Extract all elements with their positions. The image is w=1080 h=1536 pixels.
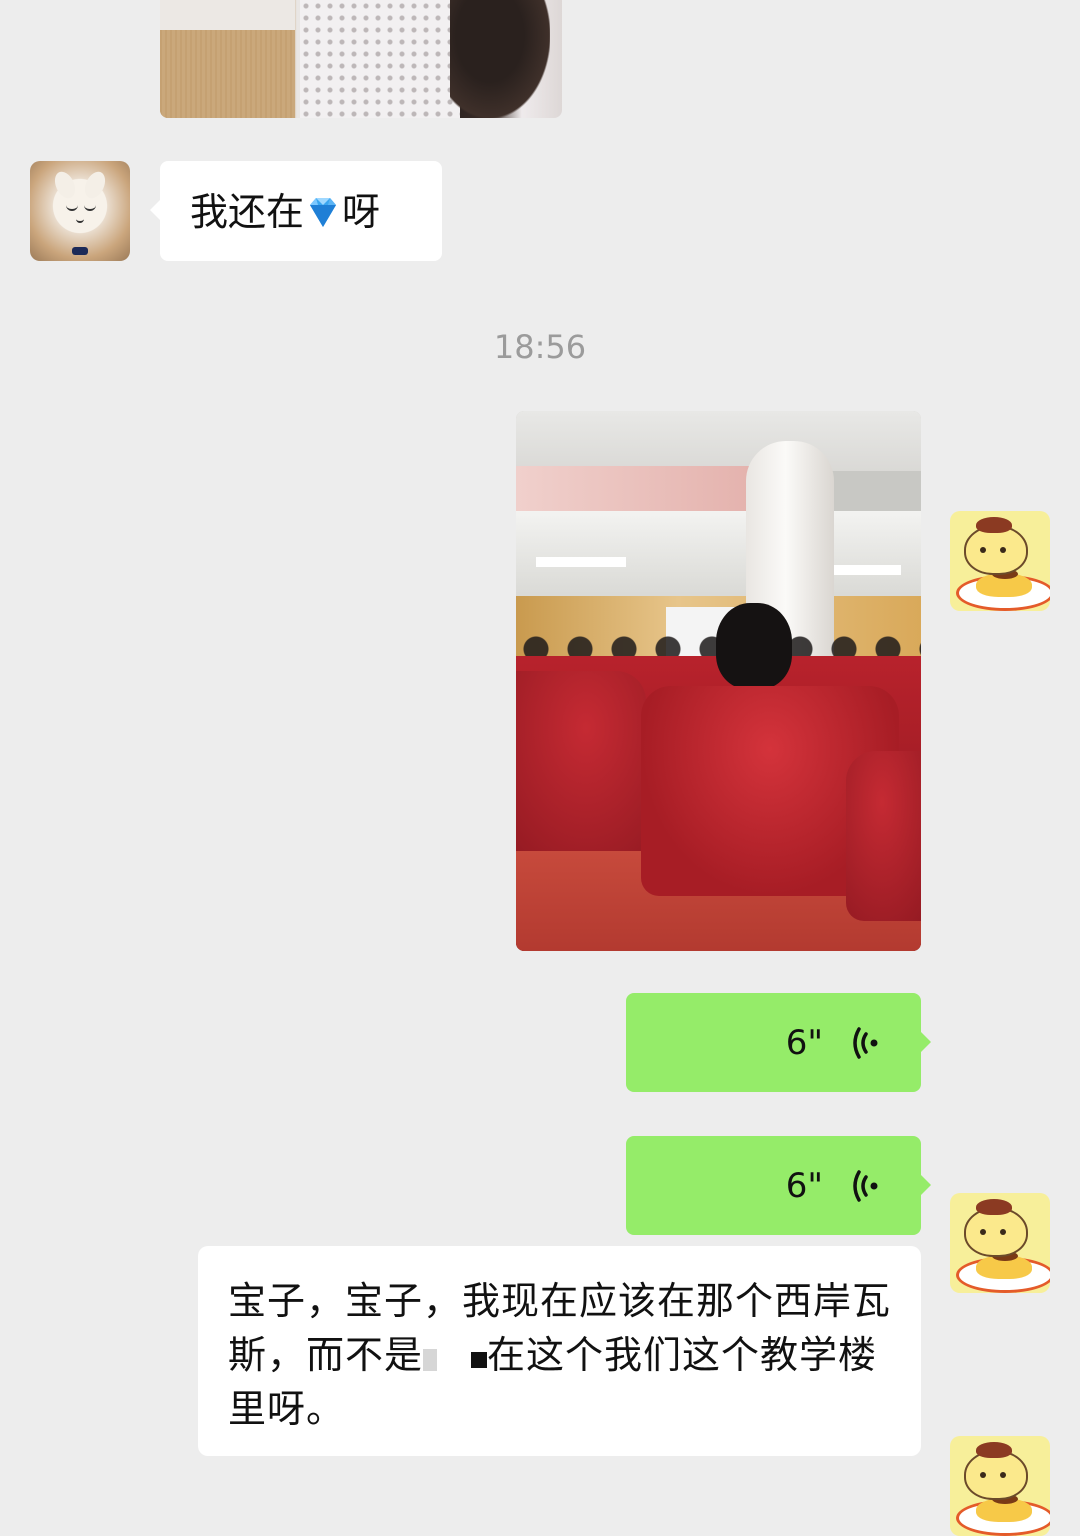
voice-message-bubble[interactable]: 6" [626, 993, 931, 1092]
redaction-mark [423, 1349, 438, 1371]
voice-wave-icon [853, 1027, 878, 1059]
incoming-text-bubble[interactable]: 我还在 呀 [150, 161, 442, 261]
voice-duration: 6" [785, 1166, 823, 1206]
voice-message-bubble[interactable]: 6" [626, 1136, 931, 1235]
voice-transcript-card[interactable]: 宝子，宝子，我现在应该在那个西岸瓦斯，而不是 在这个我们这个教学楼里呀。 [198, 1246, 921, 1456]
photo-hair [450, 0, 550, 118]
avatar-beret [976, 517, 1012, 533]
avatar-eye-right [84, 205, 96, 211]
avatar-eye-right [1000, 1472, 1006, 1478]
avatar-beret [976, 1199, 1012, 1215]
avatar-bow [72, 247, 88, 255]
voice-duration: 6" [785, 1023, 823, 1063]
my-avatar[interactable] [950, 511, 1050, 611]
message-text: 我还在 呀 [190, 193, 380, 231]
my-avatar[interactable] [950, 1193, 1050, 1293]
avatar-eye-left [980, 1472, 986, 1478]
outgoing-photo-message[interactable] [516, 411, 921, 951]
photo-wall-band [516, 466, 756, 516]
avatar-mouth [76, 217, 84, 223]
photo-seat [516, 671, 646, 861]
photo-lace-fabric [300, 0, 460, 118]
avatar-beret [976, 1442, 1012, 1458]
avatar-ear-left [50, 168, 80, 202]
photo-ceiling-panels [516, 511, 921, 601]
redaction-mark [471, 1352, 488, 1368]
photo-ceiling [516, 411, 921, 471]
avatar-eye-right [1000, 547, 1006, 553]
avatar-eye-left [66, 205, 78, 211]
voice-wave-icon [853, 1170, 878, 1202]
avatar-eye-left [980, 547, 986, 553]
contact-avatar[interactable] [30, 161, 130, 261]
avatar-eye-left [980, 1229, 986, 1235]
gem-icon [310, 198, 337, 227]
message-text-part: 呀 [342, 190, 381, 234]
my-avatar[interactable] [950, 1436, 1050, 1536]
message-text-part: 我还在 [190, 190, 305, 234]
avatar-ear-right [80, 168, 110, 202]
transcript-text: 宝子，宝子，我现在应该在那个西岸瓦斯，而不是 在这个我们这个教学楼里呀。 [228, 1274, 898, 1436]
photo-seat [846, 751, 921, 921]
photo-person-head [716, 603, 792, 689]
photo-ceiling-light [536, 557, 626, 567]
incoming-photo-message[interactable] [160, 0, 562, 118]
avatar-eye-right [1000, 1229, 1006, 1235]
photo-white-edge [160, 0, 295, 30]
timestamp: 18:56 [493, 328, 587, 366]
